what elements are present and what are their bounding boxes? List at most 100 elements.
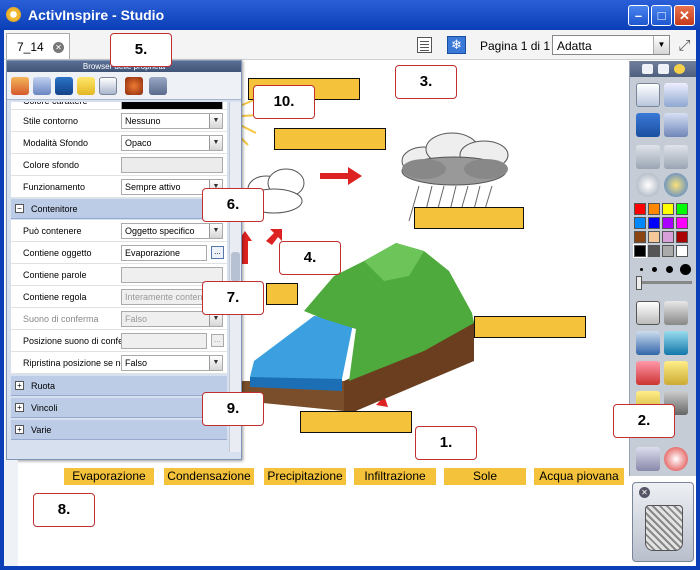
tools-crossed-icon[interactable] xyxy=(664,301,688,325)
clear-icon[interactable] xyxy=(636,447,660,471)
property-select[interactable]: Oggetto specifico ▼ xyxy=(121,223,223,239)
title-bar: ActivInspire - Studio – □ ✕ xyxy=(0,0,700,30)
property-input[interactable] xyxy=(121,333,207,349)
section-varie[interactable]: + Varie xyxy=(11,420,227,440)
highlighter-icon[interactable] xyxy=(664,331,688,355)
answer-box[interactable] xyxy=(300,411,412,433)
canvas-left-scrollbar[interactable] xyxy=(4,460,18,566)
word-card[interactable]: Precipitazione xyxy=(264,468,346,485)
pen-width-xlarge[interactable] xyxy=(680,264,691,275)
pen-mode-icon[interactable] xyxy=(636,113,660,137)
play-icon[interactable] xyxy=(636,173,660,197)
scrollbar-thumb[interactable] xyxy=(231,252,240,282)
resource-browser-icon[interactable] xyxy=(33,77,51,95)
browse-button[interactable]: ... xyxy=(211,246,224,259)
globe-icon[interactable] xyxy=(664,173,688,197)
property-key: Contiene oggetto xyxy=(23,248,92,258)
tab-close-icon[interactable]: ✕ xyxy=(53,42,64,53)
width-slider-thumb[interactable] xyxy=(636,276,642,290)
close-icon[interactable]: ✕ xyxy=(639,487,650,498)
color-swatch[interactable] xyxy=(633,244,647,258)
word-card[interactable]: Infiltrazione xyxy=(354,468,436,485)
section-container[interactable]: − Contenitore xyxy=(11,199,227,219)
pen-width-large[interactable] xyxy=(666,266,673,273)
font-color-swatch[interactable] xyxy=(121,102,223,109)
document-toolbar: 7_14 ✕ ❄ Pagina 1 di 1 Adatta ▼ ⤢ xyxy=(4,30,696,60)
profile-icon[interactable] xyxy=(664,83,688,107)
color-swatch[interactable] xyxy=(648,231,660,243)
menu-icon[interactable] xyxy=(642,64,653,74)
color-swatch[interactable] xyxy=(676,217,688,229)
color-swatch[interactable] xyxy=(648,203,660,215)
property-select[interactable]: Nessuno ▼ xyxy=(121,113,223,129)
section-vincoli[interactable]: + Vincoli xyxy=(11,398,227,418)
property-browser-icon[interactable] xyxy=(99,77,117,95)
color-swatch[interactable] xyxy=(676,245,688,257)
voting-browser-icon[interactable] xyxy=(149,77,167,95)
chevron-down-icon[interactable]: ▼ xyxy=(209,114,222,128)
color-swatch[interactable] xyxy=(662,231,674,243)
fullscreen-icon[interactable]: ⤢ xyxy=(675,36,694,55)
property-select[interactable]: Falso ▼ xyxy=(121,355,223,371)
word-card[interactable]: Sole xyxy=(444,468,526,485)
fill-icon[interactable] xyxy=(664,361,688,385)
word-card[interactable]: Acqua piovana xyxy=(534,468,624,485)
color-swatch[interactable] xyxy=(634,217,646,229)
answer-box[interactable] xyxy=(414,207,524,229)
color-swatch[interactable] xyxy=(634,231,646,243)
next-page-icon[interactable] xyxy=(664,145,688,169)
property-select[interactable]: Opaco ▼ xyxy=(121,135,223,151)
answer-box[interactable] xyxy=(274,128,386,150)
pen-icon[interactable] xyxy=(636,331,660,355)
expand-icon[interactable]: + xyxy=(15,403,24,412)
zoom-select[interactable]: Adatta ▼ xyxy=(552,35,670,55)
property-input[interactable]: Evaporazione xyxy=(121,245,207,261)
color-swatch[interactable] xyxy=(662,245,674,257)
tools-icon[interactable] xyxy=(664,113,688,137)
select-arrow-icon[interactable] xyxy=(636,301,660,325)
pin-icon[interactable] xyxy=(658,64,669,74)
maximize-button[interactable]: □ xyxy=(651,5,672,26)
chevron-down-icon[interactable]: ▼ xyxy=(653,36,669,54)
color-swatch[interactable] xyxy=(662,217,674,229)
previous-page-icon[interactable] xyxy=(636,145,660,169)
color-swatch[interactable] xyxy=(676,203,688,215)
callout-10: 10. xyxy=(253,85,315,119)
section-ruota[interactable]: + Ruota xyxy=(11,376,227,396)
tab-flipchart[interactable]: 7_14 ✕ xyxy=(6,33,70,59)
notes-browser-icon[interactable] xyxy=(77,77,95,95)
color-swatch[interactable] xyxy=(676,231,688,243)
snowflake-icon[interactable]: ❄ xyxy=(447,36,466,54)
pen-width-medium[interactable] xyxy=(652,267,657,272)
color-swatch[interactable] xyxy=(648,245,660,257)
color-swatch[interactable] xyxy=(648,217,660,229)
background-color-swatch[interactable] xyxy=(121,157,223,173)
action-browser-icon[interactable] xyxy=(125,77,143,95)
browse-button[interactable]: ... xyxy=(211,334,224,347)
collapse-icon[interactable]: − xyxy=(15,204,24,213)
chevron-down-icon[interactable]: ▼ xyxy=(209,224,222,238)
page-list-icon[interactable] xyxy=(417,37,432,53)
word-card[interactable]: Evaporazione xyxy=(64,468,154,485)
close-button[interactable]: ✕ xyxy=(674,5,695,26)
expand-icon[interactable]: + xyxy=(15,425,24,434)
eraser-icon[interactable] xyxy=(636,361,660,385)
page-browser-icon[interactable] xyxy=(11,77,29,95)
color-swatch[interactable] xyxy=(634,203,646,215)
object-browser-icon[interactable] xyxy=(55,77,73,95)
property-key: Colore sfondo xyxy=(23,160,80,170)
answer-box[interactable] xyxy=(474,316,586,338)
trash-bin-icon[interactable] xyxy=(645,505,683,551)
expand-icon[interactable]: + xyxy=(15,381,24,390)
main-menu-icon[interactable] xyxy=(636,83,660,107)
answer-box[interactable] xyxy=(266,283,298,305)
add-icon[interactable] xyxy=(674,64,685,74)
word-card[interactable]: Condensazione xyxy=(164,468,254,485)
width-slider-track[interactable] xyxy=(636,281,692,284)
minimize-button[interactable]: – xyxy=(628,5,649,26)
pen-width-small[interactable] xyxy=(640,268,643,271)
chevron-down-icon[interactable]: ▼ xyxy=(209,356,222,370)
color-swatch[interactable] xyxy=(662,203,674,215)
reset-icon[interactable] xyxy=(664,447,688,471)
chevron-down-icon[interactable]: ▼ xyxy=(209,136,222,150)
